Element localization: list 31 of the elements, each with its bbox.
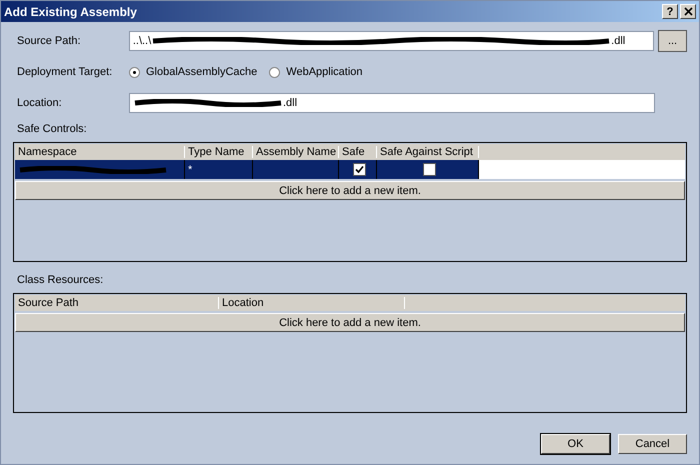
close-button[interactable] [680, 4, 696, 19]
column-header[interactable]: Assembly Name [253, 146, 339, 158]
field-label: Deployment Target: [16, 66, 114, 78]
radio-button[interactable] [129, 66, 140, 78]
close-icon [684, 7, 692, 16]
section-label: Class Resources: [16, 274, 104, 286]
radio-button[interactable] [269, 66, 280, 78]
browse-button[interactable]: ... [658, 30, 687, 52]
location-field[interactable]: .dll [129, 93, 655, 113]
table-cell: * [185, 160, 253, 179]
window-title: Add Existing Assembly [4, 4, 138, 18]
column-header[interactable]: Type Name [185, 146, 253, 158]
checkbox[interactable] [352, 163, 366, 176]
grid-row[interactable]: * [15, 160, 685, 179]
help-button[interactable]: ? [662, 4, 678, 19]
checkbox[interactable] [422, 163, 436, 176]
column-header[interactable]: Safe Against Script [377, 146, 479, 158]
add-item-button[interactable]: Click here to add a new item. [15, 181, 685, 200]
column-header[interactable]: Location [219, 297, 405, 309]
radio-option[interactable]: GlobalAssemblyCache [129, 66, 258, 78]
column-header[interactable]: Namespace [15, 146, 185, 158]
dialog-button[interactable]: OK [541, 434, 610, 454]
column-header[interactable]: Source Path [15, 297, 219, 309]
source-path-field[interactable]: ..\..\ .dll [128, 31, 654, 51]
add-item-button[interactable]: Click here to add a new item. [15, 313, 685, 332]
field-label: Location: [16, 97, 63, 109]
radio-option[interactable]: WebApplication [269, 66, 363, 78]
section-label: Safe Controls: [16, 123, 88, 135]
column-header[interactable]: Safe [339, 146, 377, 158]
field-label: Source Path: [16, 35, 82, 47]
dialog-button[interactable]: Cancel [618, 434, 687, 454]
